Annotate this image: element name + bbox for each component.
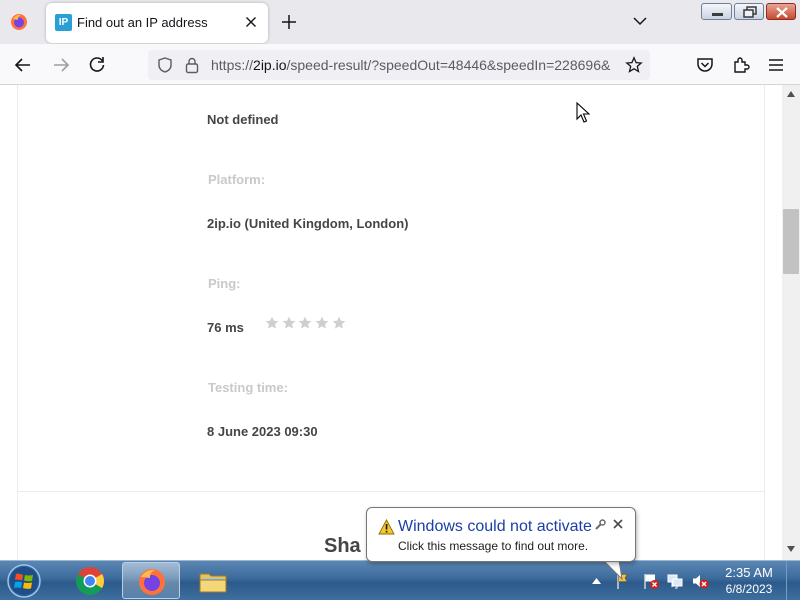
extensions-puzzle-icon[interactable] [731,55,751,75]
window-restore-button[interactable] [734,3,764,20]
platform-value: 2ip.io (United Kingdom, London) [207,216,409,231]
url-host: 2ip.io [253,57,287,73]
window-minimize-button[interactable] [701,3,732,20]
bookmark-star-icon[interactable] [625,56,643,74]
window-close-button[interactable] [766,3,796,20]
restore-icon [743,6,757,18]
taskbar-firefox-button[interactable] [122,562,180,599]
star-rating[interactable] [265,316,348,332]
tab-bar: IP Find out an IP address [0,0,800,44]
action-center-flag-icon[interactable] [642,572,660,590]
list-all-tabs-chevron-icon[interactable] [632,14,648,28]
new-tab-plus-icon[interactable] [280,13,298,31]
folder-icon [199,573,227,593]
mouse-pointer-icon [576,102,590,123]
url-path: /speed-result/?speedOut=48446&speedIn=22… [286,57,611,73]
page-scrollbar[interactable] [782,85,800,560]
close-tab-icon[interactable] [243,14,259,30]
back-arrow-icon[interactable] [13,55,33,75]
testing-time-label: Testing time: [208,380,288,395]
speed-result-card [17,85,765,492]
chrome-icon [76,567,104,595]
warning-triangle-icon [378,519,395,535]
notification-title: Windows could not activate [398,518,592,535]
previous-field-value: Not defined [207,112,279,127]
network-icon[interactable] [666,572,684,590]
close-window-icon [776,7,788,18]
tab-find-ip[interactable]: IP Find out an IP address [46,3,268,43]
rating-star-icon[interactable] [332,316,346,330]
navigation-toolbar: https://2ip.io/speed-result/?speedOut=48… [0,44,800,85]
testing-time-value: 8 June 2023 09:30 [207,424,318,439]
pocket-icon[interactable] [695,55,715,75]
url-text[interactable]: https://2ip.io/speed-result/?speedOut=48… [211,57,619,73]
tracking-protection-shield-icon[interactable] [156,56,174,74]
scroll-up-arrow-icon[interactable] [787,91,795,97]
forward-arrow-icon[interactable] [51,55,71,75]
scroll-down-arrow-icon[interactable] [787,546,795,552]
notification-options-wrench-icon[interactable] [594,519,606,531]
taskbar-explorer-button[interactable] [184,562,242,599]
notification-message: Click this message to find out more. [398,539,589,553]
clock-date: 6/8/2023 [725,582,773,596]
reload-icon[interactable] [87,55,107,75]
notification-close-icon[interactable] [612,518,624,530]
address-bar[interactable]: https://2ip.io/speed-result/?speedOut=48… [148,50,650,80]
tab-title: Find out an IP address [77,15,208,30]
firefox-view-icon[interactable] [10,13,28,31]
lock-icon[interactable] [184,56,200,74]
rating-star-icon[interactable] [265,316,279,330]
show-hidden-icons-arrow-icon[interactable] [592,577,601,584]
rating-star-icon[interactable] [282,316,296,330]
minimize-icon [712,13,723,16]
show-desktop-button[interactable] [786,561,800,600]
activation-notification-balloon[interactable]: Windows could not activate Click this me… [366,507,636,562]
windows-start-orb-icon[interactable] [4,562,44,600]
system-clock[interactable]: 2:35 AM 6/8/2023 [714,565,784,597]
rating-star-icon[interactable] [298,316,312,330]
hamburger-menu-icon[interactable] [766,55,786,75]
url-scheme: https:// [211,57,254,73]
taskbar-chrome-button[interactable] [61,562,119,599]
ping-value: 76 ms [207,320,244,335]
platform-label: Platform: [208,172,266,187]
rating-star-icon[interactable] [315,316,329,330]
clock-time: 2:35 AM [725,565,773,580]
scrollbar-thumb[interactable] [783,209,799,274]
volume-muted-icon[interactable] [691,572,709,590]
windows-taskbar: 2:35 AM 6/8/2023 [0,560,800,600]
balloon-tail [602,560,623,580]
site-favicon-icon: IP [55,14,72,31]
web-page-content: Not defined Platform: 2ip.io (United Kin… [0,85,782,560]
firefox-icon [139,569,165,595]
ping-label: Ping: [208,276,241,291]
share-heading: Sha [324,535,361,557]
